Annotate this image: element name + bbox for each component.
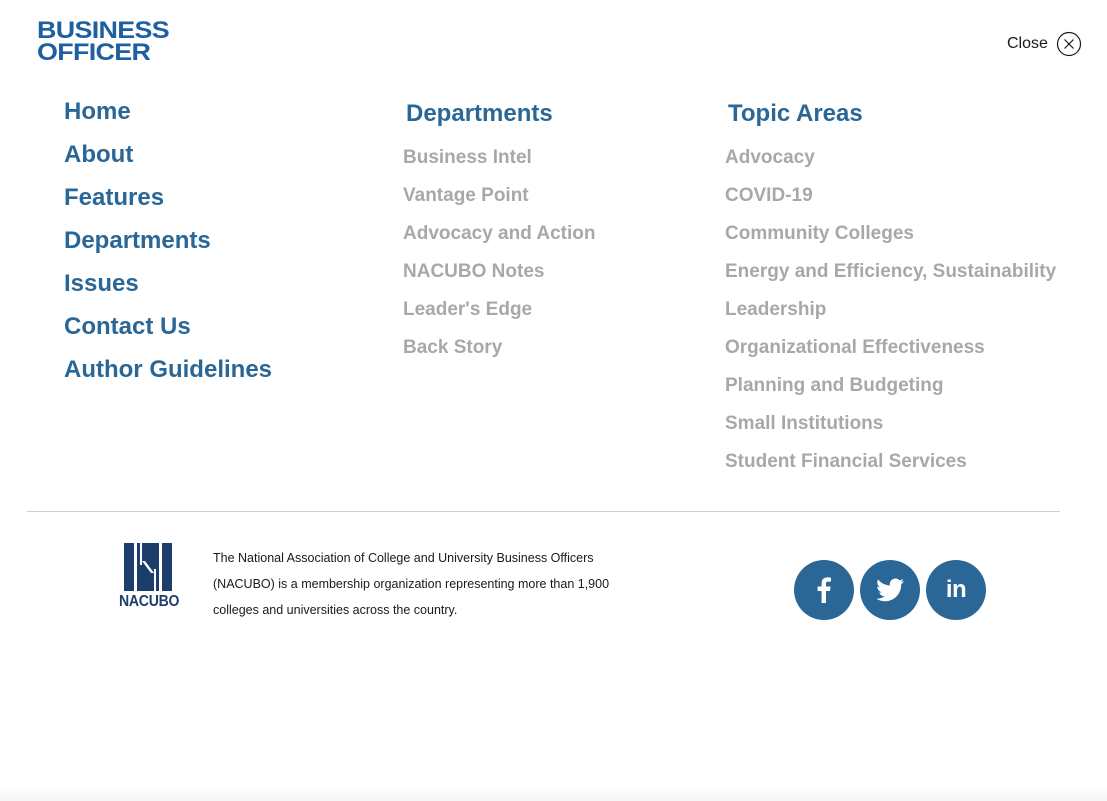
social-links: in bbox=[794, 560, 986, 620]
departments-heading: Departments bbox=[406, 100, 553, 127]
twitter-button[interactable] bbox=[860, 560, 920, 620]
topic-link[interactable]: Planning and Budgeting bbox=[725, 367, 1056, 405]
department-link[interactable]: Business Intel bbox=[403, 139, 596, 177]
nacubo-description: The National Association of College and … bbox=[213, 551, 610, 617]
department-link[interactable]: NACUBO Notes bbox=[403, 253, 596, 291]
departments-column: Departments Business Intel Vantage Point… bbox=[403, 98, 596, 367]
topic-areas-list: Advocacy COVID-19 Community Colleges Ene… bbox=[725, 139, 1056, 481]
topic-link[interactable]: Small Institutions bbox=[725, 405, 1056, 443]
departments-list: Business Intel Vantage Point Advocacy an… bbox=[403, 139, 596, 367]
nav-item-author-guidelines[interactable]: Author Guidelines bbox=[64, 352, 272, 395]
linkedin-button[interactable]: in bbox=[926, 560, 986, 620]
facebook-button[interactable] bbox=[794, 560, 854, 620]
department-link[interactable]: Vantage Point bbox=[403, 177, 596, 215]
nav-item-about[interactable]: About bbox=[64, 137, 272, 180]
twitter-icon bbox=[876, 578, 904, 602]
topic-link[interactable]: Student Financial Services bbox=[725, 443, 1056, 481]
topic-link[interactable]: Leadership bbox=[725, 291, 1056, 329]
topic-link[interactable]: Organizational Effectiveness bbox=[725, 329, 1056, 367]
facebook-icon bbox=[817, 577, 831, 603]
topic-link[interactable]: Community Colleges bbox=[725, 215, 1056, 253]
main-nav: Home About Features Departments Issues C… bbox=[64, 94, 272, 395]
logo-line-2: OFFICER bbox=[37, 39, 151, 66]
topic-link[interactable]: Advocacy bbox=[725, 139, 1056, 177]
nav-item-features[interactable]: Features bbox=[64, 180, 272, 223]
nav-item-home[interactable]: Home bbox=[64, 94, 272, 137]
topic-link[interactable]: Energy and Efficiency, Sustainability bbox=[725, 253, 1056, 291]
nacubo-wordmark: NACUBO bbox=[119, 593, 180, 610]
close-label: Close bbox=[1007, 35, 1048, 52]
close-menu-button[interactable]: Close bbox=[1007, 31, 1082, 57]
department-link[interactable]: Advocacy and Action bbox=[403, 215, 596, 253]
nav-item-contact-us[interactable]: Contact Us bbox=[64, 309, 272, 352]
business-officer-logo[interactable]: BUSINESS OFFICER bbox=[37, 19, 199, 65]
topic-areas-column: Topic Areas Advocacy COVID-19 Community … bbox=[725, 98, 1056, 481]
footer-divider bbox=[27, 511, 1060, 512]
nav-item-departments[interactable]: Departments bbox=[64, 223, 272, 266]
department-link[interactable]: Leader's Edge bbox=[403, 291, 596, 329]
nacubo-logo[interactable]: NACUBO bbox=[119, 543, 179, 613]
close-circle-icon bbox=[1056, 31, 1082, 57]
nacubo-n-mark-icon bbox=[124, 543, 172, 591]
linkedin-icon: in bbox=[945, 576, 967, 603]
topic-link[interactable]: COVID-19 bbox=[725, 177, 1056, 215]
bottom-edge bbox=[0, 786, 1107, 801]
topic-areas-heading: Topic Areas bbox=[728, 100, 863, 127]
department-link[interactable]: Back Story bbox=[403, 329, 596, 367]
nav-item-issues[interactable]: Issues bbox=[64, 266, 272, 309]
